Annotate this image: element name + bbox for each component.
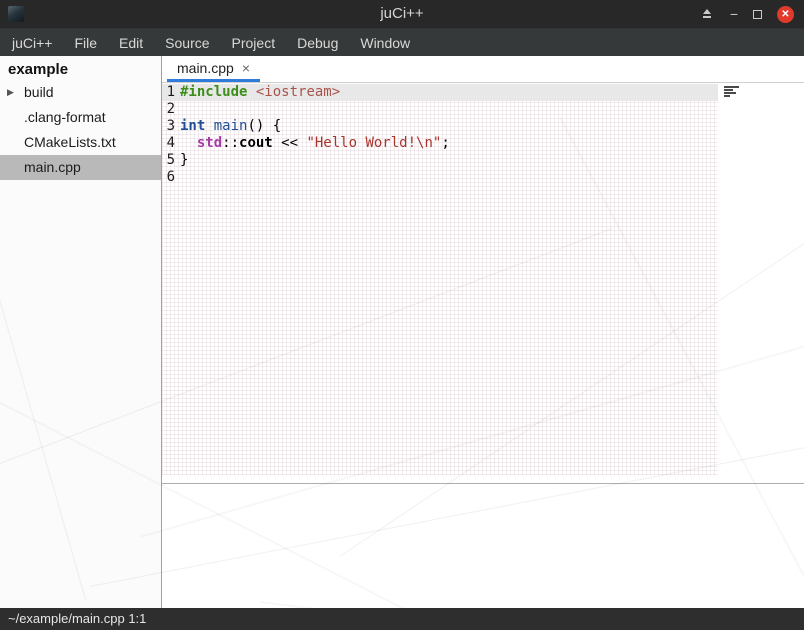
- line-code: int main() {: [180, 118, 281, 134]
- tab-close-icon[interactable]: ×: [242, 61, 250, 75]
- tab-main-cpp[interactable]: main.cpp ×: [167, 56, 260, 82]
- editor-line[interactable]: 3 int main() {: [162, 118, 718, 135]
- line-number: 2: [162, 101, 175, 118]
- app-window: juCi++ − ✕ juCi++FileEditSourceProjectDe…: [0, 0, 804, 630]
- minimize-button[interactable]: −: [730, 6, 738, 22]
- file-tree-sidebar: example ▶ build .clang-format CMakeLists.tx…: [0, 56, 162, 608]
- sidebar-item-cmakelists-txt[interactable]: CMakeLists.txt: [0, 130, 161, 155]
- file-name: .clang-format: [24, 109, 106, 125]
- file-name: build: [24, 84, 54, 100]
- window-title: juCi++: [0, 0, 804, 28]
- line-number: 4: [162, 135, 175, 152]
- menu-item-source[interactable]: Source: [154, 29, 220, 57]
- editor-line[interactable]: 1 #include <iostream>: [162, 84, 718, 101]
- tab-label: main.cpp: [177, 60, 234, 76]
- status-bar: ~/example/main.cpp 1:1: [0, 608, 804, 630]
- code-editor[interactable]: 1#include <iostream>23int main() {4 std:…: [162, 83, 804, 483]
- sidebar-item-clang-format[interactable]: .clang-format: [0, 105, 161, 130]
- sidebar-item-build[interactable]: ▶ build: [0, 80, 161, 105]
- menu-item-edit[interactable]: Edit: [108, 29, 154, 57]
- menu-bar: juCi++FileEditSourceProjectDebugWindow: [0, 28, 804, 56]
- content-area: example ▶ build .clang-format CMakeLists.tx…: [0, 56, 804, 608]
- cursor-position-status: ~/example/main.cpp 1:1: [8, 611, 146, 626]
- eject-icon[interactable]: [699, 6, 715, 22]
- menu-item-window[interactable]: Window: [349, 29, 421, 57]
- code-lines: 1#include <iostream>23int main() {4 std:…: [162, 83, 804, 186]
- output-panel[interactable]: [162, 484, 804, 608]
- minimap[interactable]: [724, 86, 742, 102]
- menu-item-project[interactable]: Project: [221, 29, 287, 57]
- line-number: 3: [162, 118, 175, 135]
- sidebar-item-main-cpp[interactable]: main.cpp: [0, 155, 161, 180]
- menu-item-juci[interactable]: juCi++: [1, 29, 63, 57]
- editor-line[interactable]: 2: [162, 101, 718, 118]
- line-number: 5: [162, 152, 175, 169]
- menu-item-file[interactable]: File: [63, 29, 108, 57]
- file-tree: ▶ build .clang-format CMakeLists.txt main.cp…: [0, 80, 161, 180]
- editor-line[interactable]: 6: [162, 169, 718, 186]
- close-button[interactable]: ✕: [777, 6, 794, 23]
- project-root-label: example: [0, 56, 161, 80]
- editor-line[interactable]: 5}: [162, 152, 718, 169]
- line-number: 1: [162, 84, 175, 101]
- line-number: 6: [162, 169, 175, 186]
- file-name: CMakeLists.txt: [24, 134, 116, 150]
- menu-item-debug[interactable]: Debug: [286, 29, 349, 57]
- file-name: main.cpp: [24, 159, 81, 175]
- editor-line[interactable]: 4 std::cout << "Hello World!\n";: [162, 135, 718, 152]
- line-code: }: [180, 152, 188, 168]
- window-controls: − ✕: [699, 0, 794, 28]
- tab-bar: main.cpp ×: [162, 56, 804, 83]
- line-code: #include <iostream>: [180, 84, 340, 100]
- expander-icon[interactable]: ▶: [7, 80, 14, 105]
- main-pane: main.cpp × 1 #include <iostream> 23 int main…: [162, 56, 804, 608]
- maximize-button[interactable]: [753, 9, 762, 19]
- title-bar: juCi++ − ✕: [0, 0, 804, 28]
- line-code: std::cout << "Hello World!\n";: [180, 135, 450, 151]
